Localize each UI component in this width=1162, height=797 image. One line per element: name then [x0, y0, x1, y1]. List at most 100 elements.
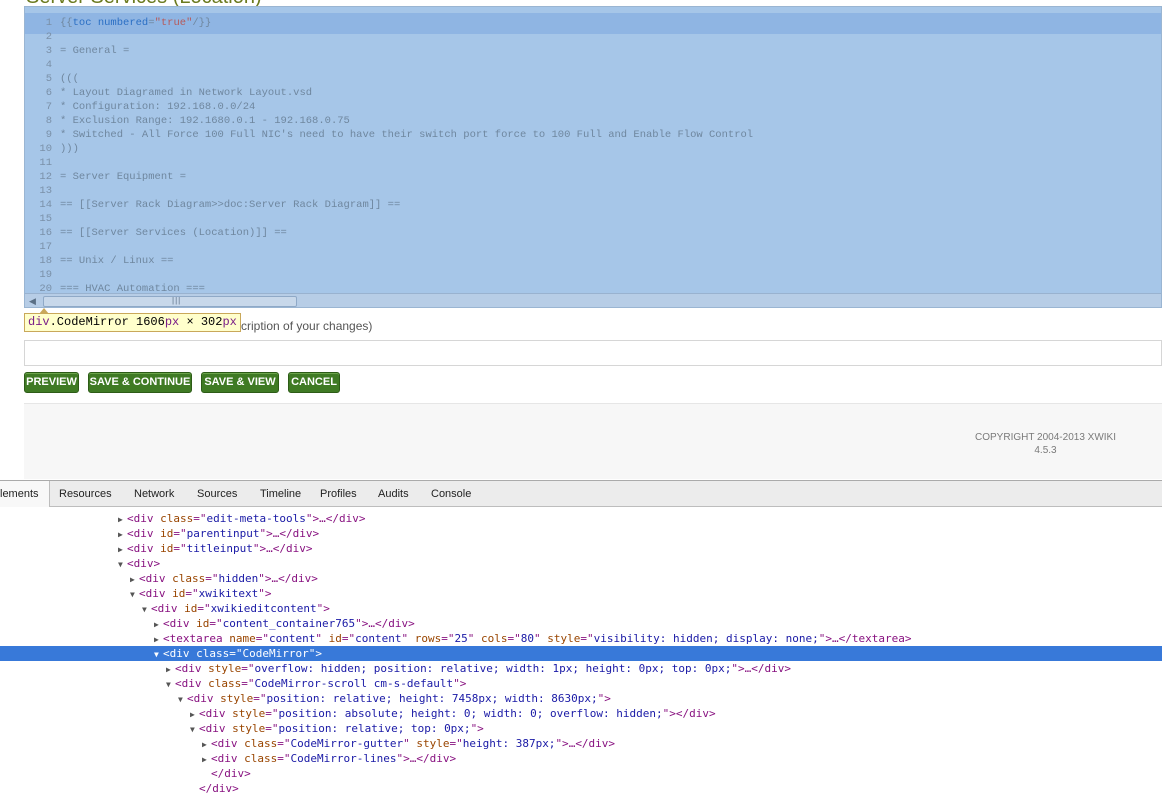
expanded-triangle-icon[interactable]: ▼ [154, 647, 163, 662]
dom-token: =" [185, 587, 199, 600]
code-line[interactable] [60, 212, 1161, 226]
dom-node[interactable]: </div> [0, 766, 1162, 781]
dom-node[interactable]: ▶ <div class="CodeMirror-lines">…</div> [0, 751, 1162, 766]
dom-token: =" [277, 737, 291, 750]
scrollbar-thumb[interactable]: ||| [43, 296, 297, 307]
collapsed-triangle-icon[interactable]: ▶ [190, 707, 199, 722]
cancel-button[interactable]: CANCEL [288, 372, 340, 393]
dom-node[interactable]: ▶ <div class="hidden">…</div> [0, 571, 1162, 586]
collapsed-triangle-icon[interactable]: ▶ [202, 737, 211, 752]
tab-console[interactable]: Console [431, 481, 471, 507]
line-number: 5 [45, 73, 52, 85]
dom-token: =" [277, 752, 291, 765]
collapsed-triangle-icon[interactable]: ▶ [154, 632, 163, 647]
collapsed-triangle-icon[interactable]: ▶ [118, 512, 127, 527]
code-line[interactable] [60, 240, 1161, 254]
code-line[interactable]: ))) [60, 142, 1161, 156]
summary-input[interactable] [24, 340, 1162, 366]
scroll-left-icon[interactable]: ◀ [29, 296, 36, 307]
tab-resources[interactable]: Resources [59, 481, 112, 507]
dom-token: =" [193, 512, 207, 525]
code-line[interactable] [60, 156, 1161, 170]
dom-token: … [266, 542, 273, 555]
code-line[interactable] [60, 58, 1161, 72]
dom-node[interactable]: ▶ <div class="edit-meta-tools">…</div> [0, 511, 1162, 526]
dom-token: "> [818, 632, 832, 645]
tab-audits[interactable]: Audits [378, 481, 409, 507]
code-lines[interactable]: {{toc numbered="true"/}} = General =(((* … [60, 16, 1161, 296]
expanded-triangle-icon[interactable]: ▼ [178, 692, 187, 707]
expanded-triangle-icon[interactable]: ▼ [118, 557, 127, 572]
dom-node[interactable]: ▼ <div style="position: relative; top: 0p… [0, 721, 1162, 736]
dom-token: "> [555, 737, 569, 750]
expanded-triangle-icon[interactable]: ▼ [142, 602, 151, 617]
code-line[interactable]: = Server Equipment = [60, 170, 1161, 184]
tab-timeline[interactable]: Timeline [260, 481, 301, 507]
code-line[interactable]: == [[Server Rack Diagram>>doc:Server Rac… [60, 198, 1161, 212]
dom-node[interactable]: ▶ <div style="position: absolute; height:… [0, 706, 1162, 721]
code-line[interactable]: == [[Server Services (Location)]] == [60, 226, 1161, 240]
dom-token: edit-meta-tools [206, 512, 306, 525]
dom-node[interactable]: ▼ <div id="xwikieditcontent"> [0, 601, 1162, 616]
dom-node[interactable]: ▶ <div id="parentinput">…</div> [0, 526, 1162, 541]
tab-sources[interactable]: Sources [197, 481, 237, 507]
collapsed-triangle-icon[interactable]: ▶ [118, 527, 127, 542]
dom-token: <div [163, 617, 197, 630]
horizontal-scrollbar[interactable]: ◀ ||| [25, 293, 1161, 307]
dom-token: "> [470, 722, 484, 735]
dom-token: " [401, 632, 415, 645]
expanded-triangle-icon[interactable]: ▼ [166, 677, 175, 692]
dom-node[interactable]: ▶ <textarea name="content" id="content" r… [0, 631, 1162, 646]
code-line[interactable] [60, 268, 1161, 282]
line-number: 9 [45, 129, 52, 141]
preview-button[interactable]: PREVIEW [24, 372, 79, 393]
line-number-gutter: 1 2 3 4 5 6 7 8 9 10 11 12 13 14 15 16 17 18 19 20 [25, 16, 57, 296]
code-line[interactable]: ((( [60, 72, 1161, 86]
dom-node[interactable]: ▼ <div id="xwikitext"> [0, 586, 1162, 601]
dom-node[interactable]: ▶ <div style="overflow: hidden; position:… [0, 661, 1162, 676]
dom-token: xwikieditcontent [210, 602, 317, 615]
code-token: toc [72, 17, 92, 29]
collapsed-triangle-icon[interactable]: ▶ [130, 572, 139, 587]
code-line[interactable]: * Configuration: 192.168.0.0/24 [60, 100, 1161, 114]
code-line[interactable]: = General = [60, 44, 1161, 58]
dom-node-selected[interactable]: ▼ <div class="CodeMirror"> [0, 646, 1162, 661]
dom-token: 25 [454, 632, 468, 645]
tab-network[interactable]: Network [134, 481, 174, 507]
dom-node[interactable]: ▶ <div class="CodeMirror-gutter" style="h… [0, 736, 1162, 751]
code-line[interactable] [60, 184, 1161, 198]
dom-node[interactable]: ▶ <div id="content_container765">…</div> [0, 616, 1162, 631]
code-line[interactable]: * Exclusion Range: 192.1680.0.1 - 192.16… [60, 114, 1161, 128]
code-editor[interactable]: 1 2 3 4 5 6 7 8 9 10 11 12 13 14 15 16 17 18 19 20 {{toc nu… [24, 6, 1162, 308]
tab-profiles[interactable]: Profiles [320, 481, 357, 507]
line-number: 17 [39, 241, 52, 253]
dom-node[interactable]: ▼ <div style="position: relative; height:… [0, 691, 1162, 706]
expanded-triangle-icon[interactable]: ▼ [130, 587, 139, 602]
dom-token: "> [453, 677, 467, 690]
collapsed-triangle-icon[interactable]: ▶ [166, 662, 175, 677]
code-line[interactable]: * Switched - All Force 100 Full NIC's ne… [60, 128, 1161, 142]
dom-token: id [172, 587, 186, 600]
dom-node[interactable]: ▶ <div id="titleinput">…</div> [0, 541, 1162, 556]
dom-token: "> [597, 692, 611, 705]
code-line[interactable] [60, 30, 1161, 44]
dom-token: class [172, 572, 206, 585]
dom-node[interactable]: ▼ <div> [0, 556, 1162, 571]
tab-elements[interactable]: lements [0, 481, 50, 507]
code-line[interactable]: * Layout Diagramed in Network Layout.vsd [60, 86, 1161, 100]
collapsed-triangle-icon[interactable]: ▶ [154, 617, 163, 632]
expanded-triangle-icon[interactable]: ▼ [190, 722, 199, 737]
save-view-button[interactable]: SAVE & VIEW [201, 372, 279, 393]
dom-token: <div [211, 752, 245, 765]
code-line[interactable]: {{toc numbered="true"/}} [60, 16, 1161, 30]
collapsed-triangle-icon[interactable]: ▶ [202, 752, 211, 767]
save-continue-button[interactable]: SAVE & CONTINUE [88, 372, 192, 393]
dom-token: position: absolute; height: 0; width: 0;… [278, 707, 663, 720]
collapsed-triangle-icon[interactable]: ▶ [118, 542, 127, 557]
dom-token: … [319, 512, 326, 525]
line-number: 4 [45, 59, 52, 71]
dom-token: id [160, 527, 174, 540]
dom-node[interactable]: </div> [0, 781, 1162, 796]
code-line[interactable]: == Unix / Linux == [60, 254, 1161, 268]
dom-node[interactable]: ▼ <div class="CodeMirror-scroll cm-s-defa… [0, 676, 1162, 691]
